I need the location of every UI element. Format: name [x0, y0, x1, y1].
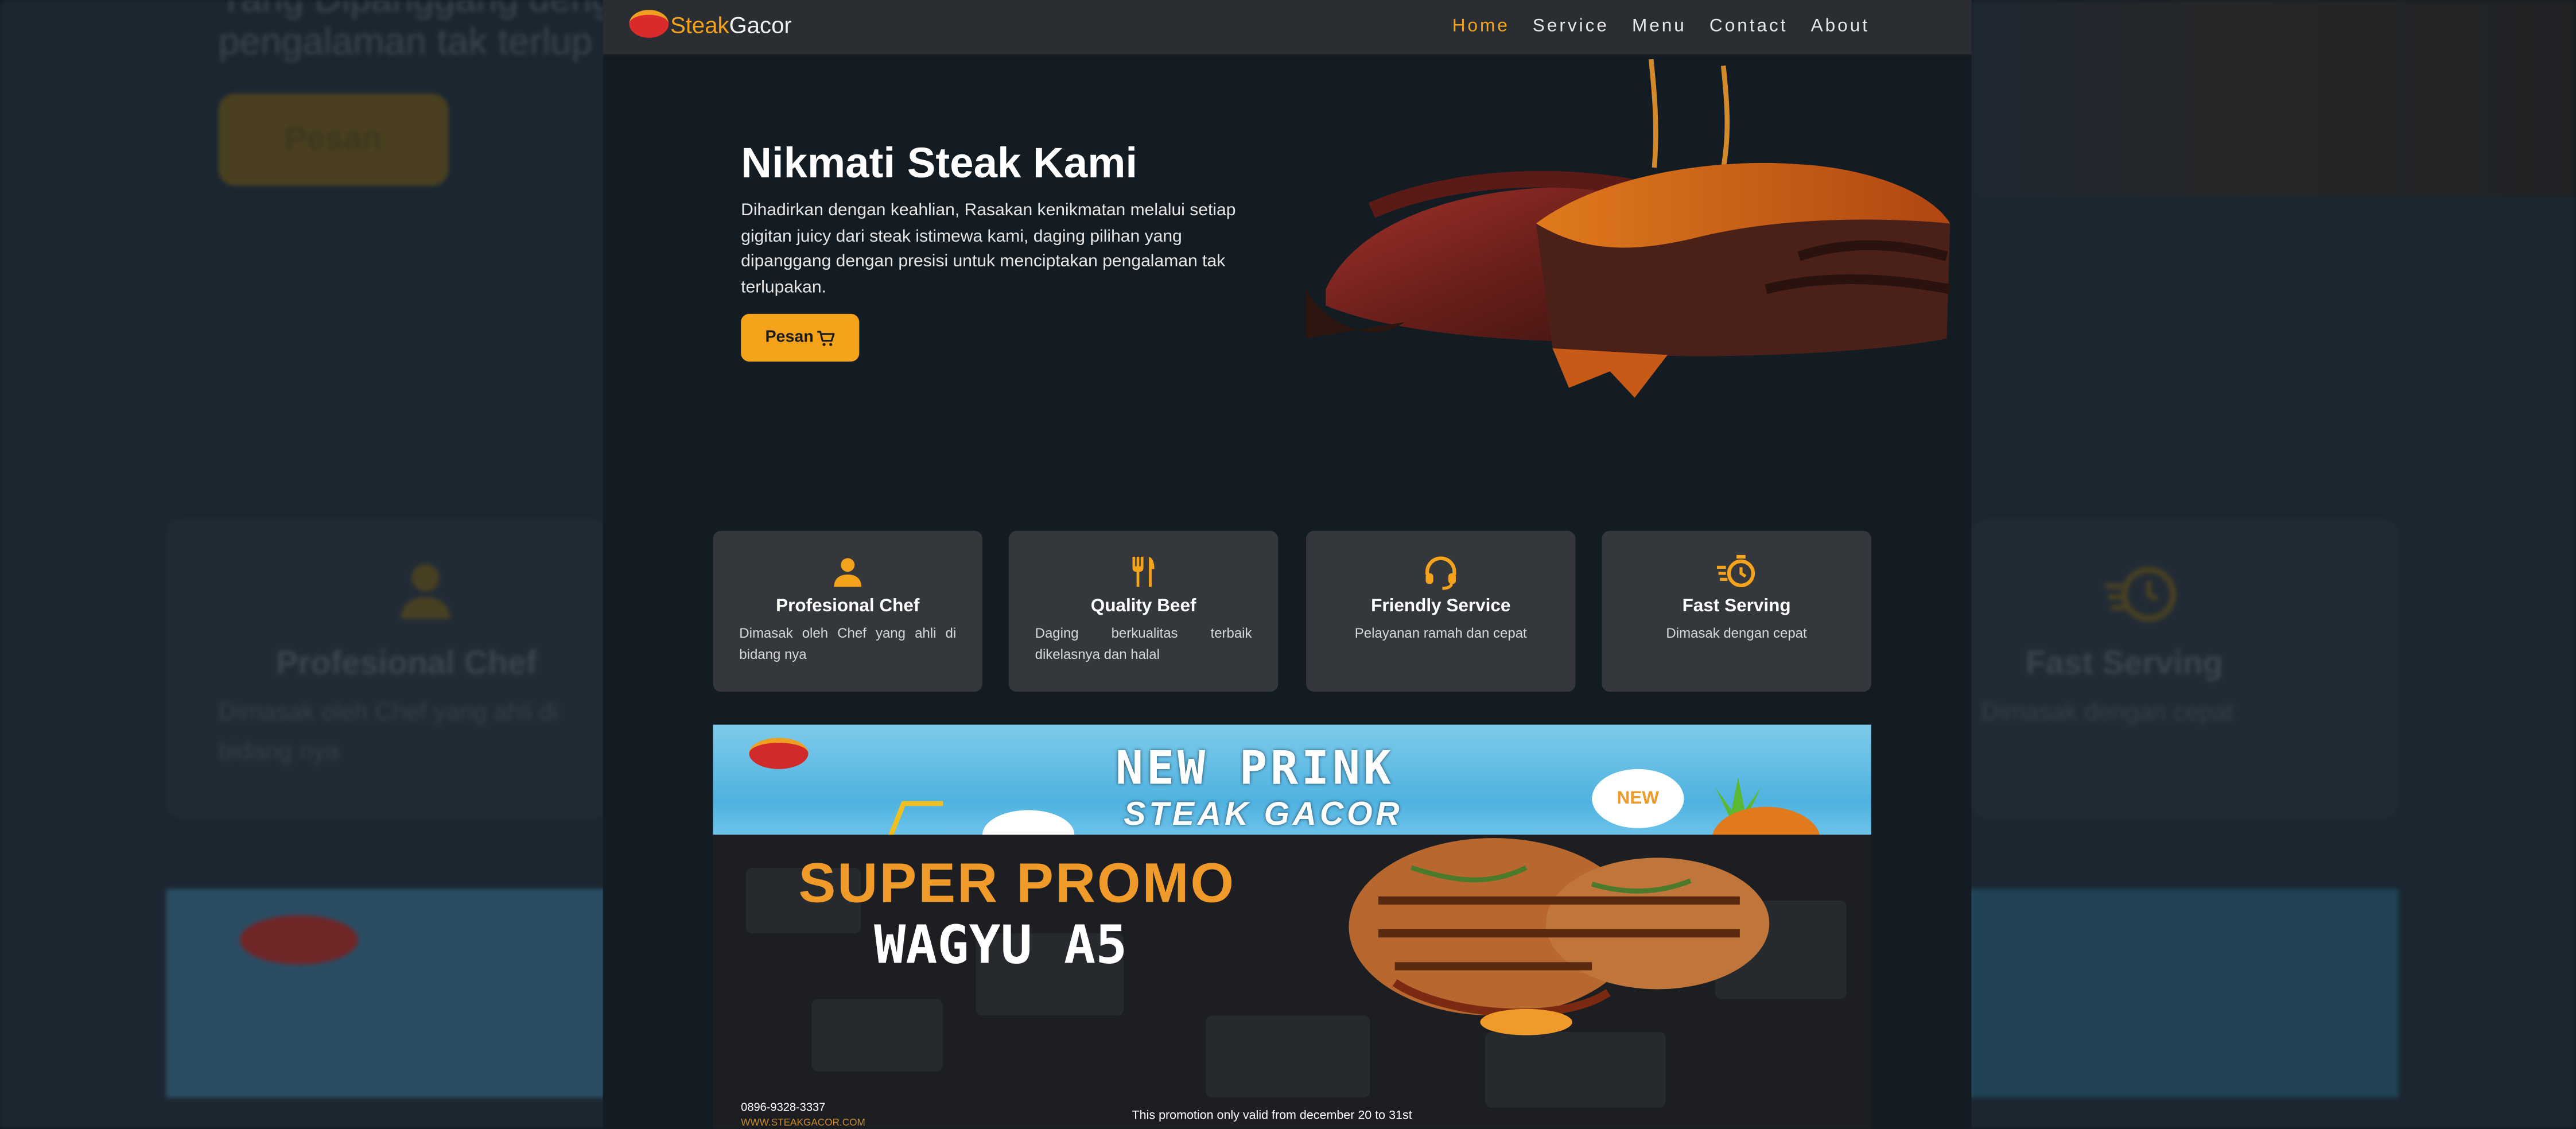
- banner-note: This promotion only valid from december …: [1132, 1107, 1412, 1123]
- drink-headline: NEW PRINK: [1115, 741, 1394, 796]
- hero-description: Dihadirkan dengan keahlian, Rasakan keni…: [741, 200, 1236, 297]
- drink-banner: NEW PRINK STEAK GACOR NEW: [713, 724, 1871, 873]
- nav-link-service[interactable]: Service: [1533, 17, 1609, 36]
- nav-links: Home Service Menu Contact About: [1452, 17, 1870, 36]
- cart-icon: [817, 330, 836, 346]
- stopwatch-icon: [1716, 554, 1755, 588]
- feature-card-chef: Profesional Chef Dimasak oleh Chef yang …: [713, 530, 983, 692]
- headset-icon: [1425, 556, 1456, 590]
- order-button-label: Pesan: [765, 328, 814, 347]
- page-window: Steak Gacor Home Service Menu Contact Ab…: [603, 0, 1972, 1129]
- feature-title: Profesional Chef: [776, 596, 920, 616]
- brand-name-part1: Steak: [670, 10, 729, 37]
- feature-card-service: Friendly Service Pelayanan ramah dan cep…: [1306, 530, 1576, 692]
- feature-title: Quality Beef: [1090, 596, 1196, 616]
- feature-description: Daging berkualitas terbaik dikelasnya da…: [1035, 624, 1252, 662]
- brand-name-part2: Gacor: [729, 10, 792, 37]
- feature-description: Dimasak oleh Chef yang ahli di bidang ny…: [739, 624, 957, 662]
- chef-icon: [834, 558, 862, 587]
- feature-description: Pelayanan ramah dan cepat: [1354, 624, 1527, 641]
- grill-logo-icon: [629, 10, 669, 38]
- order-button[interactable]: Pesan: [741, 313, 860, 362]
- promo-headline: SUPER PROMO: [798, 852, 1236, 915]
- feature-title: Friendly Service: [1371, 596, 1511, 616]
- promo-subheadline: WAGYU A5: [874, 913, 1128, 976]
- feature-card-beef: Quality Beef Daging berkualitas terbaik …: [1008, 530, 1279, 692]
- promo-banner: NEW PRINK STEAK GACOR NEW SUPER PROMO WA…: [713, 724, 1871, 1129]
- feature-cards: Profesional Chef Dimasak oleh Chef yang …: [713, 530, 1872, 692]
- nav-link-contact[interactable]: Contact: [1709, 17, 1788, 36]
- feature-title: Fast Serving: [1682, 596, 1791, 616]
- navbar: Steak Gacor Home Service Menu Contact Ab…: [603, 0, 1972, 56]
- hero-title: Nikmati Steak Kami: [741, 138, 1138, 188]
- wagyu-steak-image: [1349, 838, 1770, 1035]
- nav-link-menu[interactable]: Menu: [1632, 17, 1687, 36]
- new-badge: NEW: [1592, 769, 1684, 828]
- hero-steak-image: [1306, 59, 1951, 398]
- banner-logo-icon: [749, 738, 809, 769]
- nav-link-home[interactable]: Home: [1452, 17, 1510, 36]
- feature-card-fast: Fast Serving Dimasak dengan cepat: [1602, 530, 1871, 692]
- feature-description: Dimasak dengan cepat: [1666, 624, 1807, 641]
- straw-decoration-icon: [888, 801, 943, 837]
- banner-phone: 0896-9328-3337: [741, 1103, 826, 1115]
- drink-subheadline: STEAK GACOR: [1124, 797, 1403, 833]
- fork-knife-icon: [1132, 557, 1155, 587]
- new-badge-label: NEW: [1617, 789, 1660, 809]
- brand-logo[interactable]: Steak Gacor: [629, 10, 792, 38]
- nav-link-about[interactable]: About: [1811, 17, 1870, 36]
- banner-website: WWW.STEAKGACOR.COM: [741, 1119, 865, 1129]
